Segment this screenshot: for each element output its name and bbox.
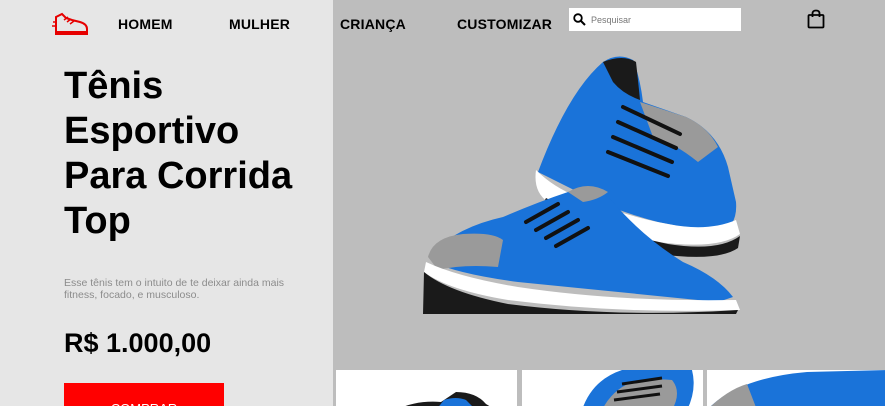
nav-crianca[interactable]: CRIANÇA <box>340 16 406 32</box>
thumbnail-2[interactable] <box>522 370 703 406</box>
product-description: Esse tênis tem o intuito de te deixar ai… <box>64 277 285 301</box>
search-box[interactable] <box>569 8 741 31</box>
thumbnail-1[interactable] <box>336 370 517 406</box>
product-price: R$ 1.000,00 <box>64 328 212 358</box>
thumbnail-3[interactable] <box>707 370 885 406</box>
title-line: Para Corrida <box>64 155 293 197</box>
product-title: Tênis Esportivo Para Corrida Top <box>64 64 324 244</box>
thumbnail-1-image <box>405 392 490 406</box>
thumbnail-3-image <box>711 370 885 406</box>
thumbnail-2-image <box>583 370 694 406</box>
running-shoe-icon[interactable] <box>52 8 90 38</box>
nav-homem[interactable]: HOMEM <box>118 16 173 32</box>
nav-mulher[interactable]: MULHER <box>229 16 290 32</box>
title-line: Top <box>64 200 131 242</box>
buy-button[interactable]: COMPRAR <box>64 383 224 406</box>
hero-product-image <box>423 56 740 314</box>
top-navbar: HOMEM MULHER CRIANÇA CUSTOMIZAR <box>0 0 885 46</box>
search-input[interactable] <box>591 14 731 25</box>
nav-customizar[interactable]: CUSTOMIZAR <box>457 16 552 32</box>
search-icon[interactable] <box>573 13 586 26</box>
title-line: Esportivo <box>64 110 240 152</box>
shopping-bag-icon[interactable] <box>807 9 825 29</box>
title-line: Tênis <box>64 65 164 107</box>
